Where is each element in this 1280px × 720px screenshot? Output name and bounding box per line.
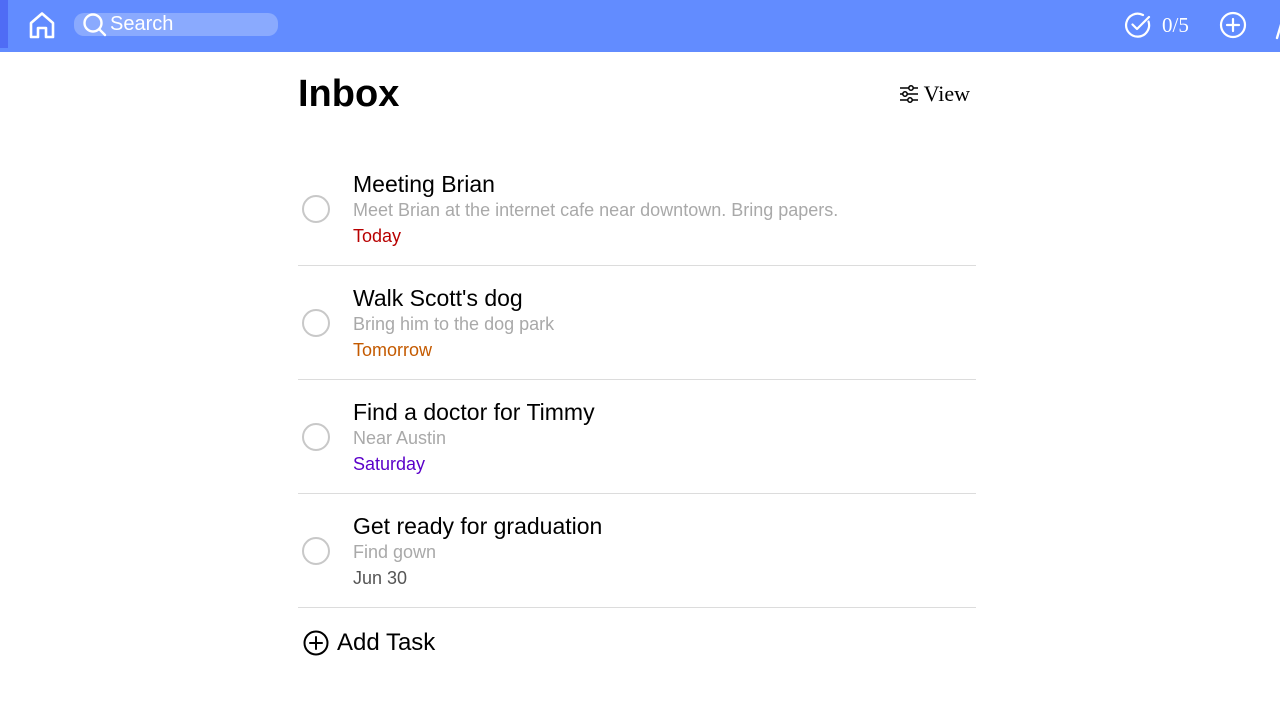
task-complete-checkbox[interactable] — [302, 309, 330, 337]
quick-add-button[interactable] — [1219, 11, 1247, 39]
task-due-date: Tomorrow — [353, 340, 433, 360]
home-button[interactable] — [27, 10, 57, 40]
search-box[interactable] — [74, 13, 278, 37]
view-options-button[interactable]: View — [899, 82, 970, 106]
task-description: Bring him to the dog park — [353, 314, 555, 334]
task-due-date: Jun 30 — [353, 568, 408, 588]
task-list: Meeting Brian Meet Brian at the internet… — [298, 152, 976, 608]
plus-circle-icon — [303, 630, 329, 656]
more-icon — [1275, 23, 1280, 40]
task-content[interactable]: Meeting Brian Meet Brian at the internet… — [353, 170, 953, 249]
top-navigation-bar: 0/5 — [0, 0, 1280, 52]
task-due-date: Saturday — [353, 454, 426, 474]
task-item: Get ready for graduation Find gown Jun 3… — [298, 494, 976, 608]
main-content: Inbox View Meeting Brian Meet Brian at t… — [298, 52, 976, 720]
task-item: Walk Scott's dog Bring him to the dog pa… — [298, 266, 976, 380]
task-description: Find gown — [353, 542, 437, 562]
search-input[interactable] — [110, 13, 270, 36]
view-label: View — [923, 81, 970, 106]
task-content[interactable]: Walk Scott's dog Bring him to the dog pa… — [353, 284, 953, 363]
task-content[interactable]: Get ready for graduation Find gown Jun 3… — [353, 512, 953, 591]
task-complete-checkbox[interactable] — [302, 423, 330, 451]
check-circle-icon — [1125, 12, 1151, 38]
task-progress-counter[interactable]: 0/5 — [1124, 10, 1189, 40]
task-complete-checkbox[interactable] — [302, 537, 330, 565]
home-icon — [29, 12, 55, 39]
task-item: Find a doctor for Timmy Near Austin Satu… — [298, 380, 976, 494]
topbar-edge-accent — [0, 0, 8, 48]
plus-circle-icon — [1219, 11, 1247, 39]
add-task-label: Add Task — [337, 629, 436, 656]
task-title: Find a doctor for Timmy — [353, 399, 595, 425]
overflow-menu-button[interactable] — [1271, 10, 1280, 40]
task-title: Walk Scott's dog — [353, 285, 523, 311]
task-complete-checkbox[interactable] — [302, 195, 330, 223]
task-description: Near Austin — [353, 428, 447, 448]
task-due-date: Today — [353, 226, 402, 246]
sliders-icon — [899, 85, 918, 103]
task-item: Meeting Brian Meet Brian at the internet… — [298, 152, 976, 266]
task-title: Get ready for graduation — [353, 513, 603, 539]
search-icon — [83, 13, 107, 37]
page-title: Inbox — [298, 73, 400, 115]
progress-text: 0/5 — [1162, 12, 1189, 37]
task-title: Meeting Brian — [353, 171, 495, 197]
task-content[interactable]: Find a doctor for Timmy Near Austin Satu… — [353, 398, 953, 477]
add-task-button[interactable]: Add Task — [303, 629, 435, 657]
task-description: Meet Brian at the internet cafe near dow… — [353, 200, 839, 220]
